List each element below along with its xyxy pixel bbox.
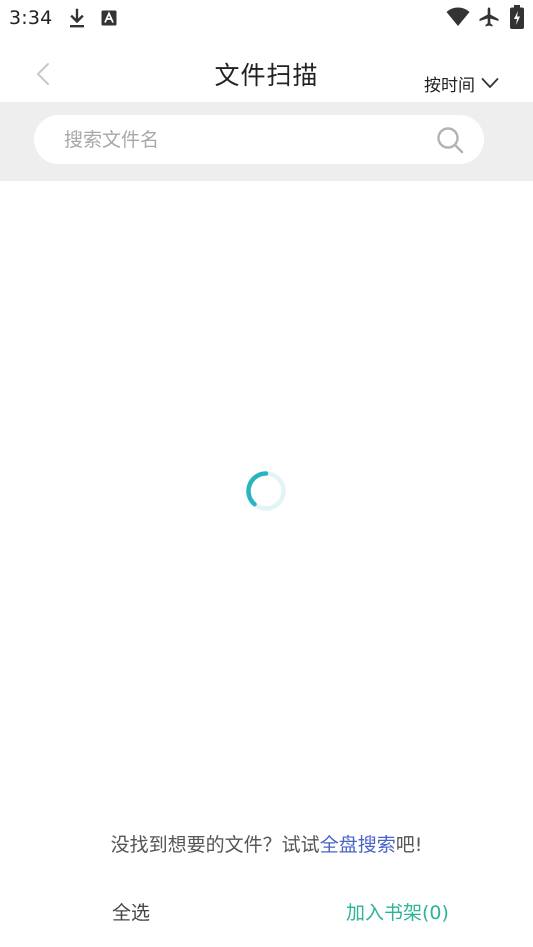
chevron-down-icon [481, 78, 499, 88]
battery-charging-icon [510, 5, 524, 29]
add-to-shelf-button[interactable]: 加入书架(0) [346, 898, 449, 925]
full-disk-search-link[interactable]: 全盘搜索 [320, 834, 396, 856]
search-input[interactable] [64, 115, 424, 164]
bottom-action-bar: 全选 加入书架(0) [0, 885, 533, 935]
sort-label: 按时间 [424, 75, 475, 96]
wifi-icon [446, 7, 470, 26]
status-time: 3:34 [9, 7, 53, 29]
hint-suffix: 吧! [395, 834, 423, 856]
search-band [0, 102, 533, 181]
search-icon[interactable] [436, 126, 464, 154]
file-scan-screen: 3:34 文件扫描 按时间 搜索文件名 没找到想要的文件？试试全盘搜索吧! 全选… [0, 0, 533, 947]
hint-prefix: 没找到想要的文件？试试 [110, 834, 320, 856]
keyboard-a-icon [101, 10, 117, 26]
search-box[interactable] [34, 115, 484, 164]
not-found-hint: 没找到想要的文件？试试全盘搜索吧! [0, 830, 533, 857]
download-icon [70, 8, 84, 28]
status-bar: 3:34 [0, 0, 533, 36]
select-all-button[interactable]: 全选 [112, 898, 150, 925]
header-bar: 文件扫描 按时间 [0, 40, 533, 102]
loading-spinner-icon [246, 471, 286, 511]
airplane-icon [479, 7, 499, 27]
sort-by-time-button[interactable]: 按时间 [424, 71, 499, 96]
